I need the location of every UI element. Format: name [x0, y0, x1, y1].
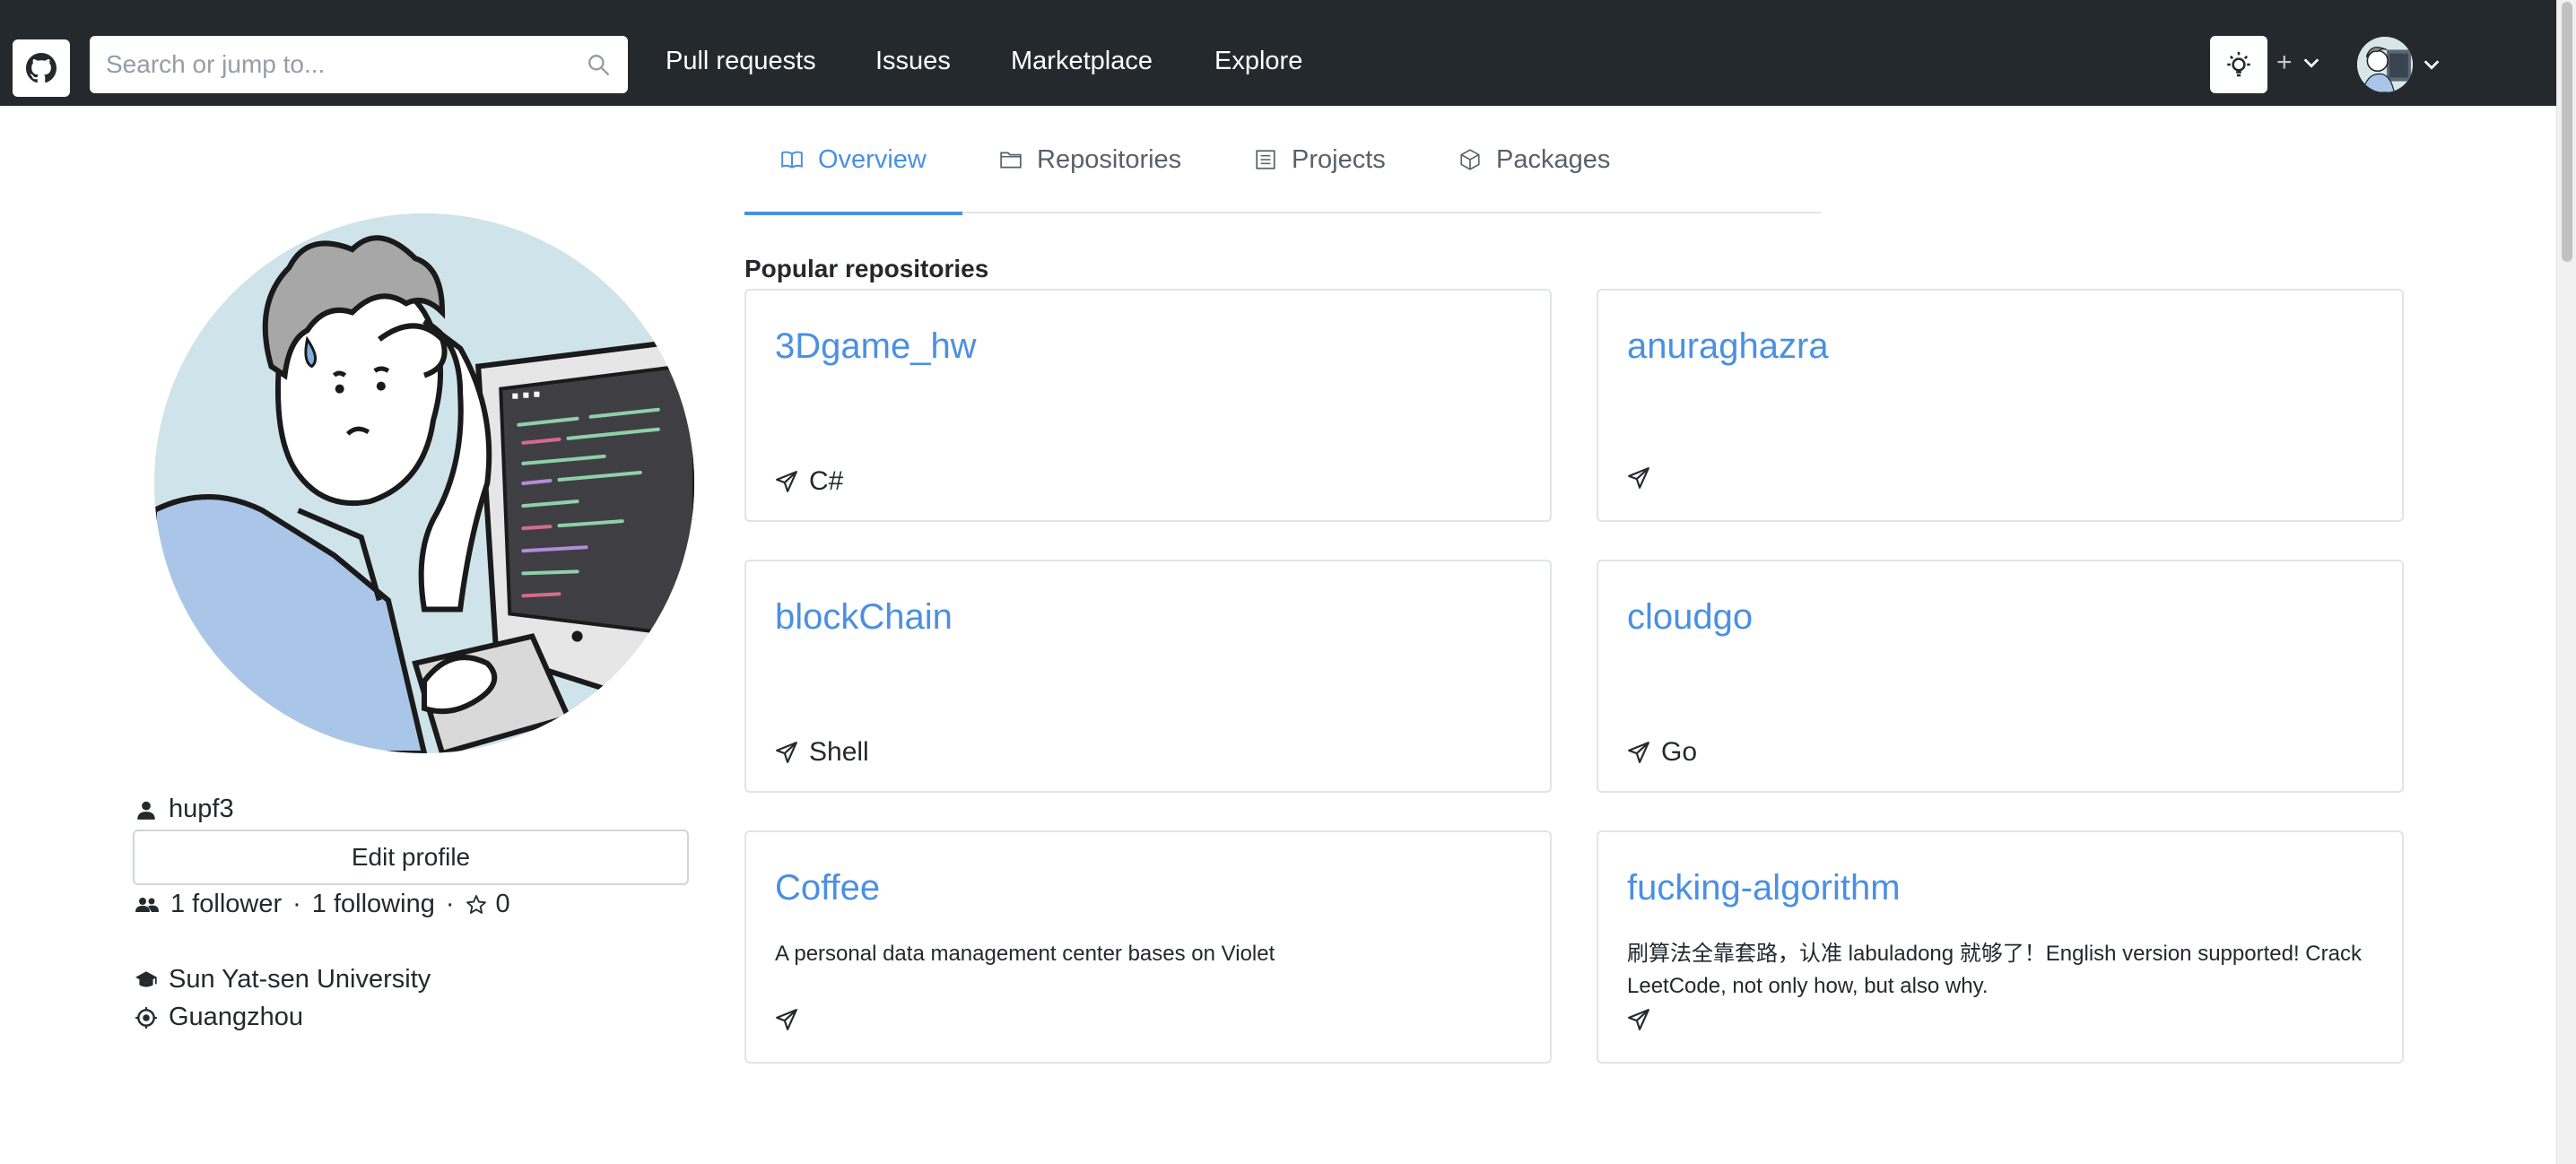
repo-description: A personal data management center bases … — [775, 942, 1275, 966]
repo-language — [1627, 466, 1661, 490]
package-icon — [1460, 149, 1480, 170]
following-link[interactable]: 1 following — [312, 890, 435, 919]
repo-name-link[interactable]: cloudgo — [1627, 597, 1753, 638]
repo-description: 刷算法全靠套路，认准 labuladong 就够了！English versio… — [1627, 942, 2362, 998]
location-icon — [135, 1006, 157, 1029]
chevron-down-icon — [2424, 60, 2440, 70]
send-icon — [1628, 742, 1649, 763]
project-icon — [1256, 150, 1275, 169]
repo-name-link[interactable]: fucking-algorithm — [1627, 868, 1901, 908]
repo-name-link[interactable]: blockChain — [775, 597, 953, 638]
repo-language: Go — [1627, 737, 1697, 768]
send-icon — [776, 1009, 797, 1030]
nav-pull-requests[interactable]: Pull requests — [666, 47, 816, 76]
top-navigation-bar: Pull requests Issues Marketplace Explore… — [0, 0, 2556, 106]
repo-card: fucking-algorithm 刷算法全靠套路，认准 labuladong … — [1597, 830, 2404, 1064]
tab-packages[interactable]: Packages — [1458, 106, 1610, 213]
stars-count: 0 — [495, 890, 510, 918]
edit-profile-button[interactable]: Edit profile — [133, 830, 689, 885]
repo-language — [775, 1008, 809, 1031]
send-icon — [1628, 1009, 1649, 1030]
username: hupf3 — [169, 795, 234, 823]
repo-card: cloudgo Go — [1597, 560, 2404, 793]
theme-toggle-button[interactable] — [2210, 36, 2267, 93]
repo-card: Coffee A personal data management center… — [744, 830, 1552, 1064]
repo-language-label: Shell — [809, 737, 869, 767]
avatar — [2357, 37, 2413, 92]
send-icon — [1628, 467, 1649, 489]
search-icon[interactable] — [585, 51, 612, 78]
repo-card: anuraghazra — [1597, 289, 2404, 522]
tab-overview-label: Overview — [818, 144, 927, 174]
repo-icon — [1000, 152, 1022, 169]
org-icon — [135, 970, 157, 987]
tab-overview[interactable]: Overview — [744, 106, 962, 215]
create-new-dropdown[interactable]: + — [2276, 45, 2321, 81]
plus-icon: + — [2276, 48, 2293, 77]
repo-language — [1627, 1008, 1661, 1031]
organization-row: Sun Yat-sen University — [135, 965, 431, 995]
tab-repositories[interactable]: Repositories — [999, 106, 1181, 213]
repo-card: blockChain Shell — [744, 560, 1552, 793]
followers-link[interactable]: 1 follower — [170, 890, 282, 919]
book-icon — [781, 151, 803, 169]
separator: · — [292, 890, 301, 918]
location: Guangzhou — [169, 1003, 303, 1031]
followers-row: 1 follower · 1 following · 0 — [135, 890, 510, 919]
repo-language: C# — [775, 466, 843, 497]
send-icon — [776, 471, 797, 492]
search-box[interactable] — [90, 36, 628, 93]
nav-marketplace[interactable]: Marketplace — [1011, 47, 1153, 76]
profile-tabs: Overview Repositories Projects Packages — [744, 106, 1821, 215]
location-row: Guangzhou — [135, 1003, 303, 1032]
popular-repositories-title: Popular repositories — [744, 255, 989, 282]
tab-repositories-label: Repositories — [1037, 144, 1182, 174]
username-row: hupf3 — [135, 795, 234, 824]
scrollbar-thumb[interactable] — [2562, 2, 2572, 262]
star-icon — [466, 894, 486, 914]
repo-language: Shell — [775, 737, 869, 768]
chevron-down-icon — [2303, 58, 2319, 68]
stars-link[interactable]: 0 — [466, 890, 510, 919]
separator: · — [445, 890, 455, 918]
github-home-button[interactable] — [13, 39, 70, 97]
lightbulb-icon — [2227, 51, 2250, 77]
tab-projects[interactable]: Projects — [1254, 106, 1386, 213]
send-icon — [776, 742, 797, 763]
user-menu-dropdown[interactable] — [2357, 36, 2441, 93]
nav-explore[interactable]: Explore — [1214, 47, 1302, 76]
tab-packages-label: Packages — [1496, 144, 1611, 174]
github-logo-icon — [26, 53, 57, 83]
repo-language-label: Go — [1661, 737, 1698, 767]
repo-card: 3Dgame_hw C# — [744, 289, 1552, 522]
repo-name-link[interactable]: Coffee — [775, 868, 880, 908]
page-scrollbar[interactable] — [2556, 0, 2576, 1164]
nav-issues[interactable]: Issues — [875, 47, 951, 76]
search-input[interactable] — [106, 50, 585, 79]
people-icon — [135, 897, 159, 912]
tab-projects-label: Projects — [1292, 144, 1386, 174]
profile-avatar — [154, 213, 694, 753]
repo-name-link[interactable]: 3Dgame_hw — [775, 326, 977, 367]
person-icon — [137, 801, 155, 820]
repo-name-link[interactable]: anuraghazra — [1627, 326, 1829, 367]
organization: Sun Yat-sen University — [169, 965, 431, 994]
repo-language-label: C# — [809, 466, 844, 496]
